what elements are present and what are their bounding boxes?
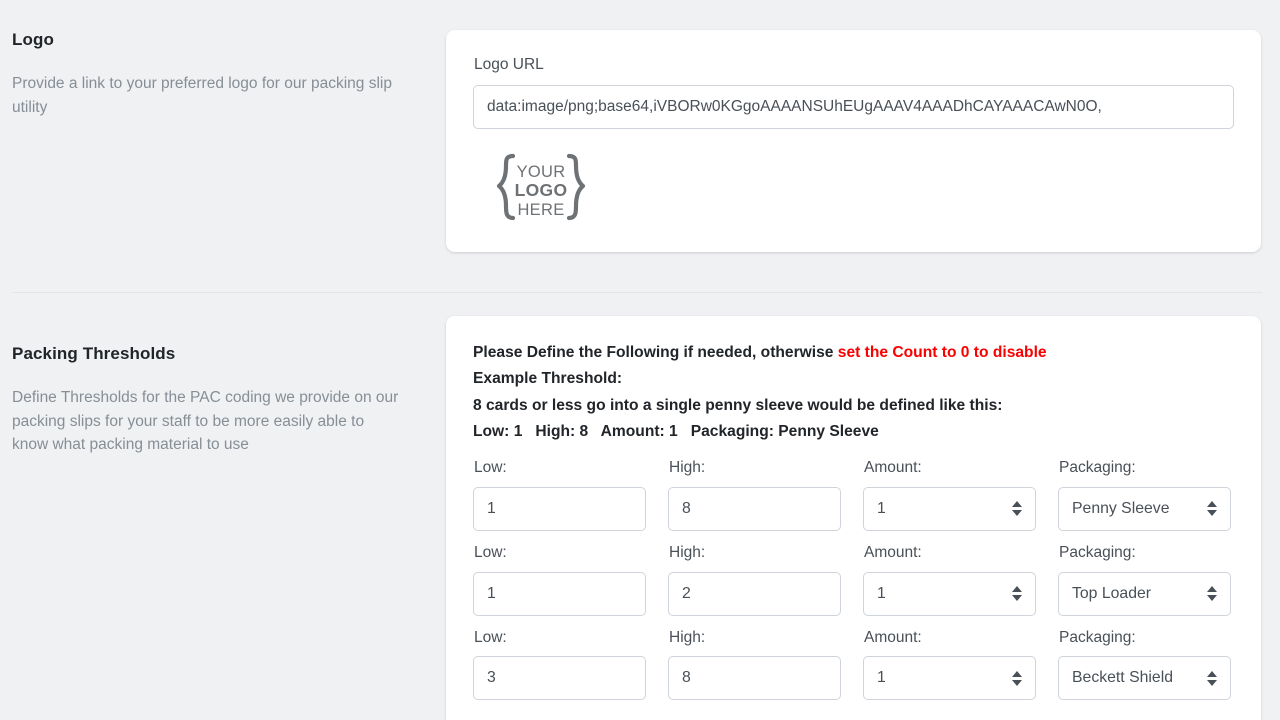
threshold-low-input[interactable]: 3 [473,656,646,701]
threshold-amount-stepper[interactable]: 1 [863,571,1036,616]
threshold-row: Low: 1 High: 2 Amount: 1 Packaging: Top … [473,544,1233,616]
threshold-high-input[interactable]: 8 [668,656,841,701]
threshold-high-label: High: [669,628,706,646]
threshold-amount-label: Amount: [864,628,922,646]
threshold-high-input[interactable]: 8 [668,486,841,531]
threshold-low-value: 3 [487,669,496,687]
threshold-amount-value: 1 [877,669,886,687]
stepper-arrows-icon[interactable] [1011,668,1022,688]
threshold-amount-field: Amount: 1 [863,544,1036,616]
select-arrows-icon[interactable] [1206,668,1217,688]
select-arrows-icon[interactable] [1206,584,1217,604]
logo-url-label: Logo URL [474,56,544,73]
svg-text:HERE: HERE [517,201,564,219]
threshold-packaging-value: Penny Sleeve [1072,499,1170,517]
threshold-high-field: High: 2 [668,544,841,616]
instructions-disable-warning: set the Count to 0 to disable [837,344,1047,361]
threshold-low-label: Low: [474,543,507,561]
threshold-packaging-value: Beckett Shield [1072,669,1173,687]
settings-page: Logo Provide a link to your preferred lo… [0,0,1280,720]
threshold-packaging-field: Packaging: Penny Sleeve [1058,459,1231,531]
thresholds-section-title: Packing Thresholds [12,344,176,363]
threshold-high-value: 2 [682,584,691,602]
threshold-high-value: 8 [682,499,691,517]
threshold-packaging-value: Top Loader [1072,584,1152,602]
threshold-low-field: Low: 3 [473,629,646,701]
thresholds-instructions: Please Define the Following if needed, o… [473,340,1233,445]
threshold-packaging-field: Packaging: Top Loader [1058,544,1231,616]
threshold-low-input[interactable]: 1 [473,486,646,531]
instructions-line-1-text: Please Define the Following if needed, o… [473,344,838,361]
instructions-line-3: 8 cards or less go into a single penny s… [473,396,1003,414]
threshold-amount-label: Amount: [864,459,922,477]
threshold-high-field: High: 8 [668,629,841,701]
threshold-amount-field: Amount: 1 [863,629,1036,701]
threshold-high-value: 8 [682,669,691,687]
threshold-low-input[interactable]: 1 [473,571,646,616]
threshold-low-value: 1 [487,499,496,517]
logo-url-input[interactable]: data:image/png;base64,iVBORw0KGgoAAAANSU… [473,84,1234,129]
threshold-packaging-field: Packaging: Beckett Shield [1058,629,1231,701]
thresholds-card: Please Define the Following if needed, o… [446,316,1261,720]
select-arrows-icon[interactable] [1206,499,1217,519]
instructions-line-1: Please Define the Following if needed, o… [473,340,1233,366]
logo-preview-image: YOUR LOGO HERE [491,152,591,224]
threshold-high-field: High: 8 [668,459,841,531]
threshold-row: Low: 1 High: 8 Amount: 1 Packaging: Penn… [473,459,1233,531]
threshold-packaging-label: Packaging: [1059,459,1136,477]
threshold-low-label: Low: [474,459,507,477]
threshold-amount-label: Amount: [864,543,922,561]
logo-card: Logo URL data:image/png;base64,iVBORw0KG… [446,30,1261,252]
threshold-packaging-label: Packaging: [1059,628,1136,646]
threshold-packaging-label: Packaging: [1059,543,1136,561]
threshold-high-label: High: [669,543,706,561]
threshold-packaging-select[interactable]: Beckett Shield [1058,656,1231,701]
threshold-low-label: Low: [474,628,507,646]
stepper-arrows-icon[interactable] [1011,584,1022,604]
packing-thresholds-section: Packing Thresholds Define Thresholds for… [0,316,1280,720]
thresholds-section-aside: Packing Thresholds Define Thresholds for… [0,316,446,457]
instructions-line-2: Example Threshold: [473,370,623,388]
threshold-amount-stepper[interactable]: 1 [863,656,1036,701]
svg-text:YOUR: YOUR [517,163,566,181]
stepper-arrows-icon[interactable] [1011,499,1022,519]
threshold-low-value: 1 [487,584,496,602]
threshold-high-label: High: [669,459,706,477]
threshold-row: Low: 3 High: 8 Amount: 1 Packaging: Beck… [473,629,1233,701]
threshold-amount-stepper[interactable]: 1 [863,486,1036,531]
svg-text:LOGO: LOGO [515,180,568,200]
threshold-packaging-select[interactable]: Penny Sleeve [1058,486,1231,531]
threshold-packaging-select[interactable]: Top Loader [1058,571,1231,616]
threshold-amount-field: Amount: 1 [863,459,1036,531]
logo-section-aside: Logo Provide a link to your preferred lo… [0,30,446,119]
threshold-amount-value: 1 [877,499,886,517]
instructions-line-4-example: Low: 1 High: 8 Amount: 1 Packaging: Penn… [473,423,879,441]
logo-section-title: Logo [12,30,54,49]
thresholds-section-description: Define Thresholds for the PAC coding we … [12,389,399,454]
threshold-low-field: Low: 1 [473,459,646,531]
logo-section: Logo Provide a link to your preferred lo… [0,30,1280,252]
threshold-amount-value: 1 [877,584,886,602]
logo-section-description: Provide a link to your preferred logo fo… [12,75,392,116]
threshold-low-field: Low: 1 [473,544,646,616]
section-divider [12,292,1262,293]
threshold-high-input[interactable]: 2 [668,571,841,616]
